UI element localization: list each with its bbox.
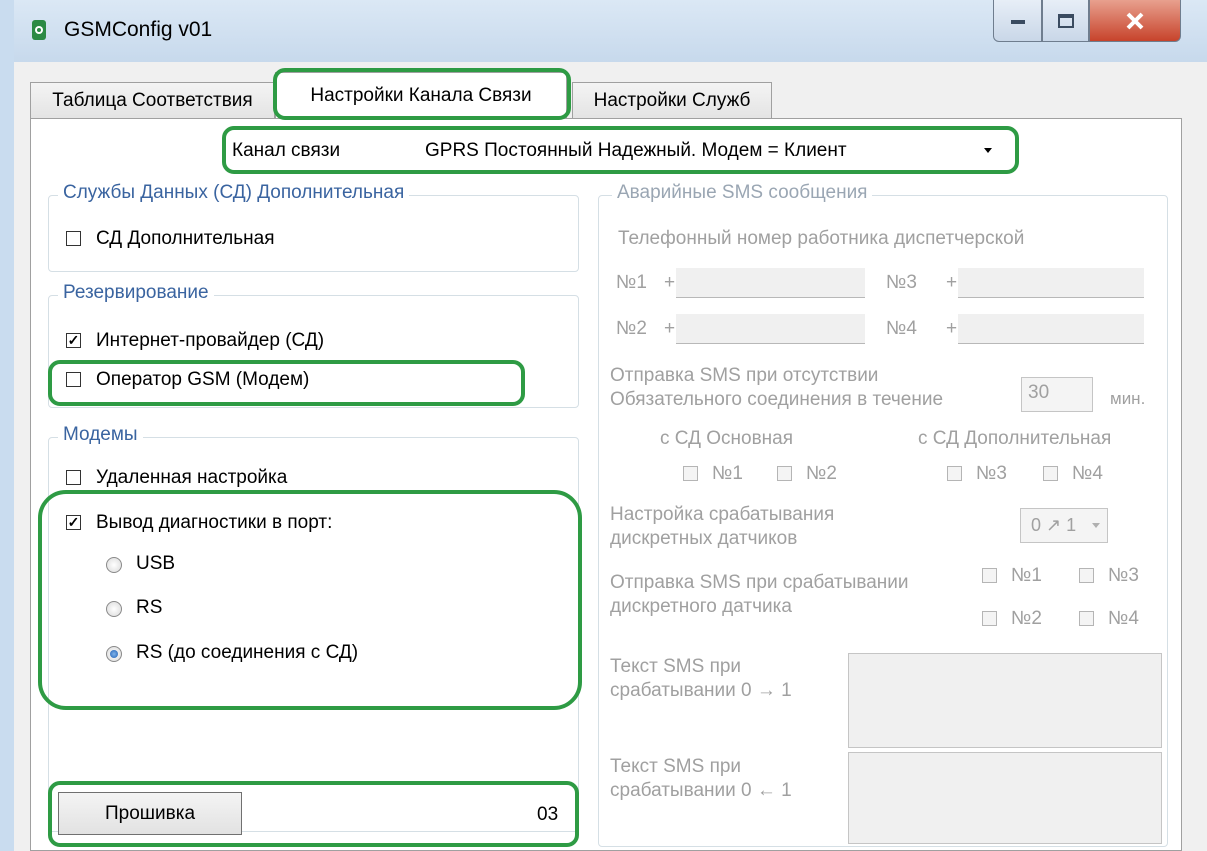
phone-4-prefix: + [946, 318, 958, 339]
sensor-text-1: Отправка SMS при срабатывании [610, 572, 909, 593]
tab-service-settings[interactable]: Настройки Служб [572, 82, 772, 119]
trigger-chevron-down-icon [1092, 523, 1100, 528]
absence-text-2: Обязательного соединения в течение [610, 389, 944, 410]
sd-main-n2-label: №2 [806, 463, 837, 484]
sensor-n2-label: №2 [1011, 608, 1042, 629]
gsm-operator-label: Оператор GSM (Модем) [96, 369, 310, 390]
trigger-select-value: 0 ↗ 1 [1031, 515, 1077, 535]
radio-rs-before-sd[interactable] [106, 646, 122, 662]
absence-text-1: Отправка SMS при отсутствии [610, 365, 879, 386]
phone-2-label: №2 [616, 318, 647, 339]
text01-caption-2: срабатывании 0 → 1 [610, 680, 792, 701]
sensor-n4-label: №4 [1108, 608, 1139, 629]
trigger-text-1: Настройка срабатывания [610, 504, 835, 525]
phone-heading: Телефонный номер работника диспетчерской [618, 228, 1025, 249]
phone-2-input[interactable] [676, 314, 865, 344]
radio-usb[interactable] [106, 557, 122, 573]
text10-caption-2: срабатывании 0 ← 1 [610, 780, 792, 801]
sensor-n1-checkbox[interactable] [982, 568, 997, 583]
gsm-operator-checkbox[interactable] [66, 372, 81, 387]
firmware-button[interactable]: Прошивка [58, 792, 242, 835]
phone-3-prefix: + [946, 272, 958, 293]
close-icon [1126, 12, 1144, 29]
chevron-down-icon[interactable] [982, 145, 994, 155]
tab-channel-settings[interactable]: Настройки Канала Связи [275, 72, 567, 118]
channel-select[interactable]: GPRS Постоянный Надежный. Модем = Клиент [425, 140, 847, 162]
group-sms-title: Аварийные SMS сообщения [612, 182, 873, 204]
phone-4-label: №4 [886, 318, 917, 339]
phone-4-input[interactable] [958, 314, 1144, 344]
sensor-n4-checkbox[interactable] [1079, 611, 1094, 626]
sms-text-1-0-textarea[interactable] [848, 752, 1162, 844]
radio-rs-label: RS [136, 597, 163, 618]
phone-3-label: №3 [886, 272, 917, 293]
phone-1-prefix: + [664, 272, 676, 293]
app-icon [32, 20, 46, 40]
tab-correspondence-table[interactable]: Таблица Соответствия [30, 82, 275, 119]
sd-main-n1-checkbox[interactable] [683, 466, 698, 481]
group-sd-title: Службы Данных (СД) Дополнительная [58, 182, 410, 204]
phone-2-prefix: + [664, 318, 676, 339]
remote-setup-checkbox[interactable] [66, 470, 81, 485]
text01-caption-1: Текст SMS при [610, 656, 742, 677]
maximize-icon [1057, 13, 1074, 28]
maximize-button[interactable] [1042, 0, 1089, 42]
sd-main-n2-checkbox[interactable] [777, 466, 792, 481]
isp-label: Интернет-провайдер (СД) [96, 330, 325, 351]
diag-output-label: Вывод диагностики в порт: [96, 512, 333, 533]
channel-label: Канал связи [232, 140, 341, 161]
text10-caption-1: Текст SMS при [610, 756, 742, 777]
sensor-text-2: дискретного датчика [610, 596, 792, 617]
sensor-n1-label: №1 [1011, 565, 1042, 586]
sd-extra-n4-checkbox[interactable] [1043, 466, 1058, 481]
sd-additional-label: СД Дополнительная [96, 228, 275, 249]
sensor-n2-checkbox[interactable] [982, 611, 997, 626]
sensor-n3-checkbox[interactable] [1079, 568, 1094, 583]
sd-extra-n3-checkbox[interactable] [947, 466, 962, 481]
minimize-button[interactable] [993, 0, 1042, 42]
group-reserve-title: Резервирование [58, 282, 214, 304]
isp-checkbox[interactable]: ✓ [66, 333, 81, 348]
phone-1-label: №1 [616, 272, 647, 293]
absence-minutes-input[interactable]: 30 [1021, 377, 1093, 412]
sd-extra-label: с СД Дополнительная [918, 428, 1112, 449]
minimize-icon [1010, 19, 1025, 24]
radio-rs-before-sd-label: RS (до соединения с СД) [136, 642, 359, 663]
trigger-text-2: дискретных датчиков [610, 528, 798, 549]
phone-3-input[interactable] [958, 268, 1144, 298]
group-modems-title: Модемы [58, 424, 143, 446]
radio-rs[interactable] [106, 601, 122, 617]
absence-unit: мин. [1110, 389, 1146, 408]
close-button[interactable] [1089, 0, 1181, 42]
sensor-n3-label: №3 [1108, 565, 1139, 586]
diag-output-checkbox[interactable]: ✓ [66, 515, 81, 530]
firmware-version: 03 [537, 804, 559, 825]
remote-setup-label: Удаленная настройка [96, 467, 288, 488]
sd-additional-checkbox[interactable] [66, 231, 81, 246]
sd-extra-n3-label: №3 [976, 463, 1007, 484]
sd-main-label: с СД Основная [660, 428, 794, 449]
phone-1-input[interactable] [676, 268, 865, 298]
trigger-select[interactable]: 0 ↗ 1 [1020, 508, 1108, 543]
sd-main-n1-label: №1 [712, 463, 743, 484]
window-title: GSMConfig v01 [64, 18, 213, 41]
sd-extra-n4-label: №4 [1072, 463, 1103, 484]
sms-text-0-1-textarea[interactable] [848, 653, 1162, 748]
group-modems [48, 437, 579, 832]
radio-usb-label: USB [136, 553, 176, 574]
